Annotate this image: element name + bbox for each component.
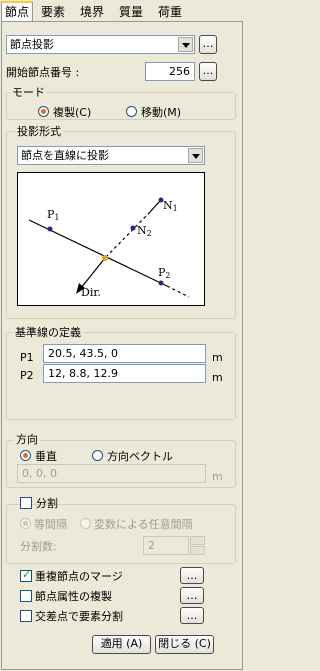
divide-variable-label[interactable]: 変数による任意間隔 [94, 518, 193, 531]
start-node-label: 開始節点番号 : [6, 66, 80, 79]
spin-down-icon[interactable] [190, 546, 205, 555]
mode-copy-label[interactable]: 複製(C) [53, 106, 91, 119]
projection-type-value: 節点を直線に投影 [21, 149, 109, 162]
divide-count-input[interactable]: 2 [143, 536, 189, 555]
merge-duplicate-more-button[interactable]: ... [180, 567, 204, 584]
p1-input[interactable]: 20.5, 43.5, 0 [43, 344, 206, 363]
divide-count-label: 分割数: [20, 540, 57, 553]
spin-up-icon[interactable] [190, 536, 205, 545]
projection-diagram: P1 N1 N2 P2 Dir. [17, 172, 205, 306]
apply-button[interactable]: 適用 (A) [92, 635, 151, 654]
copy-attribute-label[interactable]: 節点属性の複製 [35, 590, 112, 603]
tab-mass[interactable]: 質量 [116, 3, 146, 21]
close-button[interactable]: 閉じる (C) [155, 635, 214, 654]
direction-vertical-label[interactable]: 垂直 [35, 450, 57, 463]
tab-bar: 節点 要素 境界 質量 荷重 [0, 0, 244, 22]
mode-title: モード [10, 86, 47, 99]
split-at-intersection-checkbox[interactable] [20, 610, 32, 622]
dir-text: Dir. [81, 286, 101, 299]
direction-title: 方向 [14, 433, 40, 446]
mode-copy-radio[interactable] [38, 106, 49, 117]
projection-type-select[interactable]: 節点を直線に投影 [17, 146, 205, 165]
p2-unit: m [212, 371, 223, 384]
tab-element[interactable]: 要素 [38, 3, 68, 21]
projection-title: 投影形式 [15, 125, 63, 138]
tab-boundary[interactable]: 境界 [77, 3, 107, 21]
copy-attribute-checkbox[interactable] [20, 590, 32, 602]
divide-equal-label[interactable]: 等間隔 [34, 518, 67, 531]
merge-duplicate-checkbox[interactable] [20, 568, 32, 582]
mode-move-radio[interactable] [126, 106, 137, 117]
direction-vector-unit: m [212, 470, 223, 483]
projected-point [102, 255, 108, 261]
merge-duplicate-label[interactable]: 重複節点のマージ [35, 570, 123, 583]
chevron-down-icon[interactable] [188, 148, 203, 163]
diagram-frame [17, 172, 205, 306]
divide-variable-radio[interactable] [80, 518, 91, 529]
direction-vertical-radio[interactable] [20, 450, 31, 461]
divide-group [6, 504, 236, 564]
divide-checkbox[interactable] [20, 497, 32, 509]
mode-move-label[interactable]: 移動(M) [141, 106, 181, 119]
n2-point [130, 225, 136, 231]
direction-vector-input[interactable]: 0, 0, 0 [17, 464, 206, 483]
divide-label[interactable]: 分割 [36, 497, 58, 510]
baseline-title: 基準線の定義 [13, 326, 83, 339]
divide-equal-radio[interactable] [20, 518, 31, 529]
p2-label: P2 [20, 369, 34, 382]
split-at-intersection-label[interactable]: 交差点で要素分割 [35, 610, 123, 623]
operation-more-button[interactable]: ... [199, 35, 217, 54]
operation-select[interactable]: 節点投影 [6, 35, 195, 54]
tab-load[interactable]: 荷重 [155, 3, 185, 21]
copy-attribute-more-button[interactable]: ... [180, 587, 204, 604]
p1-unit: m [212, 351, 223, 364]
start-node-more-button[interactable]: ... [199, 62, 217, 81]
start-node-input[interactable]: 256 [145, 62, 195, 81]
p1-label: P1 [20, 351, 34, 364]
divide-count-stepper[interactable] [190, 536, 205, 555]
operation-value: 節点投影 [10, 38, 54, 51]
chevron-down-icon[interactable] [178, 37, 193, 52]
p2-input[interactable]: 12, 8.8, 12.9 [43, 364, 206, 383]
p2-point [158, 280, 164, 286]
direction-vector-label[interactable]: 方向ベクトル [107, 450, 173, 463]
split-at-intersection-more-button[interactable]: ... [180, 607, 204, 624]
p1-point [47, 226, 53, 232]
tab-node[interactable]: 節点 [1, 1, 34, 22]
direction-vector-radio[interactable] [92, 450, 103, 461]
